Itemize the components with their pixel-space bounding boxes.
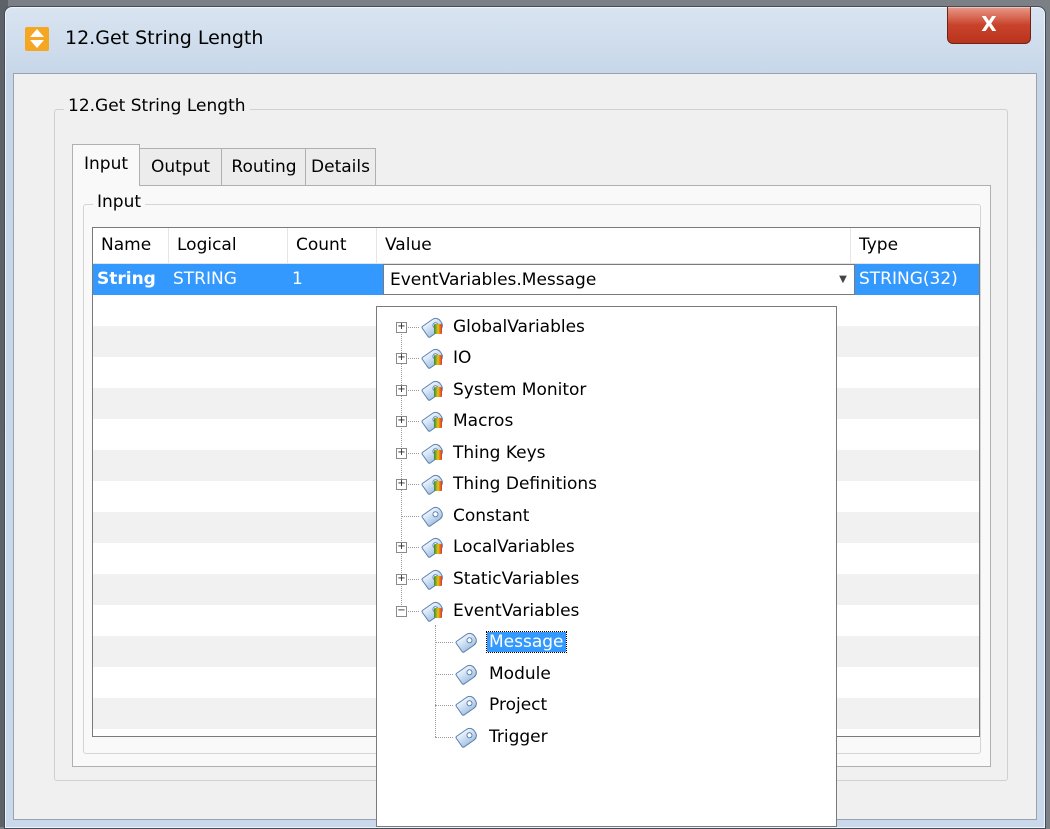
tab-output[interactable]: Output (138, 148, 223, 185)
tag-icon (419, 378, 446, 402)
cell-logical: STRING (173, 269, 237, 289)
value-combobox[interactable]: EventVariables.Message ▼ (383, 264, 855, 295)
tree-item-globalvariables[interactable]: GlobalVariables (453, 312, 585, 342)
cell-type: STRING(32) (859, 269, 958, 289)
column-header-logical[interactable]: Logical (169, 228, 288, 263)
tree-item-constant[interactable]: Constant (453, 501, 529, 531)
expand-icon[interactable]: + (396, 574, 407, 585)
expand-icon[interactable]: + (396, 416, 407, 427)
tree-item-project[interactable]: Project (489, 690, 547, 720)
expand-icon[interactable]: + (396, 353, 407, 364)
app-icon (25, 27, 49, 51)
input-groupbox-label: Input (93, 192, 146, 212)
tab-details[interactable]: Details (305, 148, 376, 185)
tree-item-staticvariables[interactable]: StaticVariables (453, 564, 579, 594)
tree-item-message[interactable]: Message (486, 627, 567, 657)
tab-input[interactable]: Input (72, 144, 140, 186)
column-header-name[interactable]: Name (93, 228, 169, 263)
tree-item-module[interactable]: Module (489, 659, 551, 689)
tag-icon (419, 441, 446, 465)
cell-count: 1 (292, 269, 303, 289)
expand-icon[interactable]: + (396, 448, 407, 459)
collapse-icon[interactable]: − (396, 606, 407, 617)
tag-icon (453, 693, 480, 717)
tree-item-localvariables[interactable]: LocalVariables (453, 532, 575, 562)
value-combobox-text: EventVariables.Message (390, 270, 597, 290)
grid-header: Name Logical Count Value Type (93, 228, 979, 264)
tag-icon (419, 409, 446, 433)
tree-item-macros[interactable]: Macros (453, 406, 513, 436)
tree-item-io[interactable]: IO (453, 343, 471, 373)
title-bar[interactable]: 12.Get String Length X (5, 7, 1045, 73)
tree-item-thing-definitions[interactable]: Thing Definitions (453, 469, 597, 499)
tag-icon (419, 535, 446, 559)
window-title: 12.Get String Length (65, 27, 264, 49)
tag-icon (453, 725, 480, 749)
close-button[interactable]: X (947, 7, 1031, 44)
step-groupbox-label: 12.Get String Length (64, 96, 250, 116)
tag-icon (419, 567, 446, 591)
tag-icon (453, 630, 480, 654)
table-row[interactable]: String STRING 1 EventVariables.Message ▼… (93, 264, 979, 295)
column-header-type[interactable]: Type (851, 228, 979, 263)
cell-name: String (97, 269, 156, 289)
column-header-value[interactable]: Value (377, 228, 851, 263)
tag-icon (453, 662, 480, 686)
tab-routing[interactable]: Routing (221, 148, 307, 185)
expand-icon[interactable]: + (396, 385, 407, 396)
expand-icon[interactable]: + (396, 322, 407, 333)
tree-item-thing-keys[interactable]: Thing Keys (453, 438, 546, 468)
tree-item-system-monitor[interactable]: System Monitor (453, 375, 586, 405)
chevron-down-icon[interactable]: ▼ (834, 269, 852, 290)
tree-item-trigger[interactable]: Trigger (489, 722, 548, 752)
tag-icon (419, 504, 446, 528)
tag-icon (419, 472, 446, 496)
expand-icon[interactable]: + (396, 479, 407, 490)
tag-icon (419, 346, 446, 370)
value-dropdown-tree[interactable]: + GlobalVariables + IO + System Monitor … (376, 306, 837, 827)
tag-icon (419, 599, 446, 623)
tag-icon (419, 315, 446, 339)
tree-item-eventvariables[interactable]: EventVariables (453, 596, 579, 626)
tree-item-message-label: Message (486, 631, 567, 653)
column-header-count[interactable]: Count (288, 228, 377, 263)
expand-icon[interactable]: + (396, 542, 407, 553)
